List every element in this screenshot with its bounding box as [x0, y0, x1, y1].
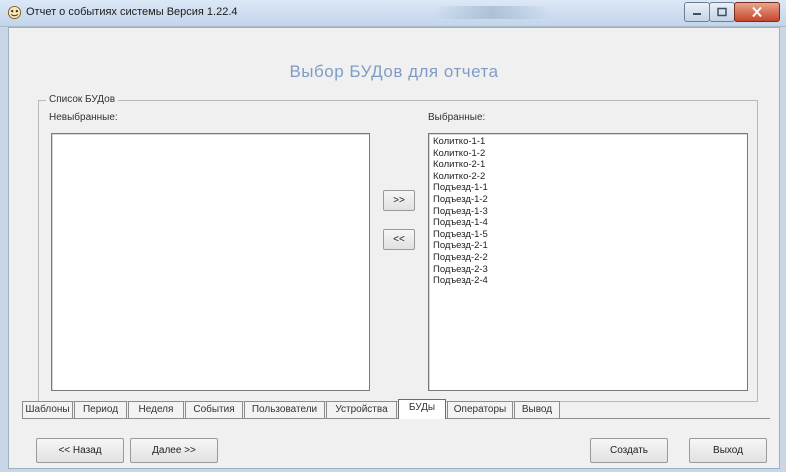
selected-list-item[interactable]: Подъезд-1-2: [433, 194, 747, 206]
unselected-listbox[interactable]: [51, 133, 370, 391]
window-controls: [684, 2, 780, 22]
selected-list-item[interactable]: Колитко-2-2: [433, 171, 747, 183]
page-title: Выбор БУДов для отчета: [289, 62, 499, 81]
bud-list-group-legend: Список БУДов: [46, 94, 119, 105]
tab-5[interactable]: Устройства: [326, 401, 397, 418]
unselected-label: Невыбранные:: [49, 112, 118, 123]
close-icon: [752, 6, 762, 18]
selected-listbox[interactable]: Колитко-1-1 Колитко-1-2 Колитко-2-1 Колитко…: [428, 133, 748, 391]
selected-list-item[interactable]: Колитко-1-1: [433, 136, 747, 148]
title-bar: Отчет о событиях системы Версия 1.22.4: [0, 0, 786, 27]
tab-strip-line: [22, 418, 770, 419]
create-button[interactable]: Создать: [590, 438, 668, 463]
selected-list-item[interactable]: Подъезд-1-5: [433, 229, 747, 241]
selected-list-item[interactable]: Подъезд-1-4: [433, 217, 747, 229]
title-bar-highlight: [433, 6, 551, 19]
selected-list-item[interactable]: Подъезд-2-1: [433, 240, 747, 252]
selected-list-item[interactable]: Колитко-2-1: [433, 159, 747, 171]
selected-list-item[interactable]: Подъезд-1-3: [433, 206, 747, 218]
selected-list-item[interactable]: Подъезд-2-4: [433, 275, 747, 287]
minimize-icon: [693, 13, 701, 15]
tab-4[interactable]: Пользователи: [244, 401, 325, 418]
tab-0[interactable]: Шаблоны: [22, 401, 73, 418]
selected-list: Колитко-1-1 Колитко-1-2 Колитко-2-1 Колитко…: [429, 134, 747, 287]
next-button[interactable]: Далее >>: [130, 438, 218, 463]
minimize-button[interactable]: [684, 2, 710, 22]
tab-2[interactable]: Неделя: [128, 401, 184, 418]
tab-7[interactable]: Операторы: [447, 401, 513, 418]
selected-list-item[interactable]: Колитко-1-2: [433, 148, 747, 160]
add-button[interactable]: >>: [383, 190, 415, 211]
selected-list-item[interactable]: Подъезд-2-3: [433, 264, 747, 276]
tab-8[interactable]: Вывод: [514, 401, 560, 418]
remove-button[interactable]: <<: [383, 229, 415, 250]
tab-1[interactable]: Период: [74, 401, 127, 418]
tab-3[interactable]: События: [185, 401, 243, 418]
maximize-icon: [717, 7, 727, 17]
maximize-button[interactable]: [709, 2, 735, 22]
app-icon: [7, 5, 22, 20]
selected-list-item[interactable]: Подъезд-1-1: [433, 182, 747, 194]
tab-6[interactable]: БУДы: [398, 399, 446, 419]
unselected-list: [52, 134, 369, 136]
back-button[interactable]: << Назад: [36, 438, 124, 463]
window-title: Отчет о событиях системы Версия 1.22.4: [26, 6, 238, 18]
exit-button[interactable]: Выход: [689, 438, 767, 463]
selected-label: Выбранные:: [428, 112, 486, 123]
close-button[interactable]: [734, 2, 780, 22]
selected-list-item[interactable]: Подъезд-2-2: [433, 252, 747, 264]
